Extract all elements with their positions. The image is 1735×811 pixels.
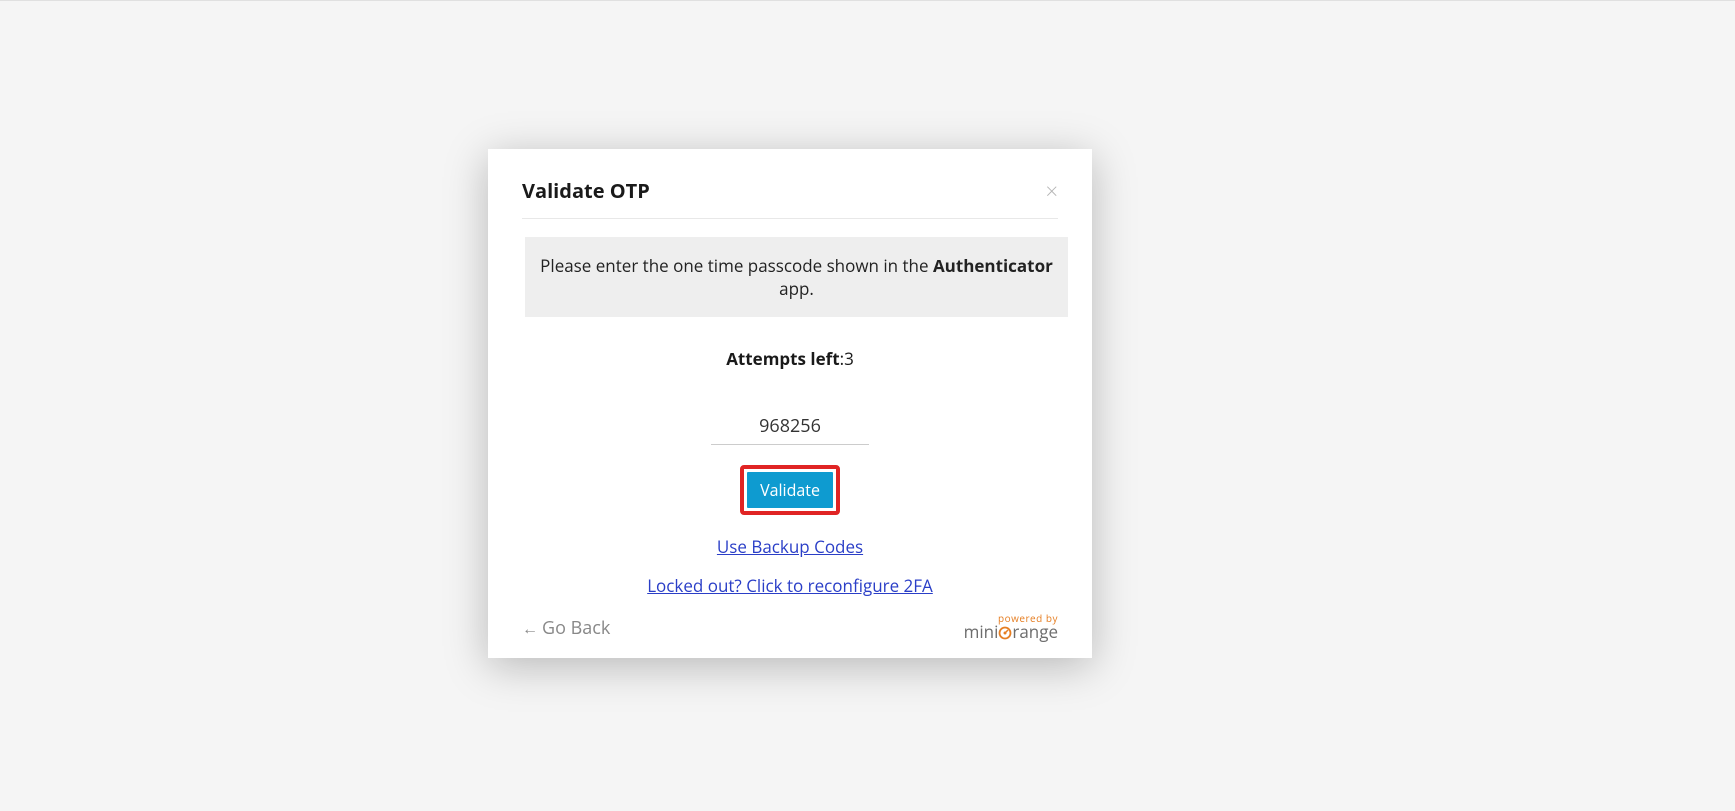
modal-footer: ← Go Back powered by minirange: [512, 613, 1068, 640]
validate-button-wrapper: Validate: [512, 465, 1068, 515]
instructions-suffix: app.: [779, 277, 814, 300]
instructions-text: Please enter the one time passcode shown…: [525, 237, 1068, 317]
brand-logo-text: minirange: [964, 623, 1058, 640]
backup-codes-row: Use Backup Codes: [512, 535, 1068, 558]
validate-button[interactable]: Validate: [747, 472, 833, 508]
locked-out-link[interactable]: Locked out? Click to reconfigure 2FA: [647, 574, 933, 597]
attempts-left: Attempts left:3: [512, 347, 1068, 370]
attempts-label: Attempts left: [726, 347, 839, 370]
validate-otp-modal: Validate OTP × Please enter the one time…: [488, 149, 1092, 658]
go-back-link[interactable]: ← Go Back: [522, 616, 610, 640]
use-backup-codes-link[interactable]: Use Backup Codes: [717, 535, 863, 558]
modal-header: Validate OTP ×: [522, 177, 1058, 219]
attempts-value: 3: [844, 347, 854, 370]
highlight-annotation: Validate: [740, 465, 840, 515]
arrow-left-icon: ←: [522, 617, 538, 639]
close-icon[interactable]: ×: [1045, 180, 1058, 202]
powered-by-miniorange: powered by minirange: [964, 613, 1058, 640]
otp-input[interactable]: [711, 414, 869, 445]
brand-dot-icon: [998, 626, 1012, 640]
modal-title: Validate OTP: [522, 177, 650, 204]
instructions-prefix: Please enter the one time passcode shown…: [540, 254, 933, 277]
locked-out-row: Locked out? Click to reconfigure 2FA: [512, 574, 1068, 597]
go-back-label: Go Back: [542, 616, 610, 640]
instructions-bold: Authenticator: [933, 254, 1053, 277]
